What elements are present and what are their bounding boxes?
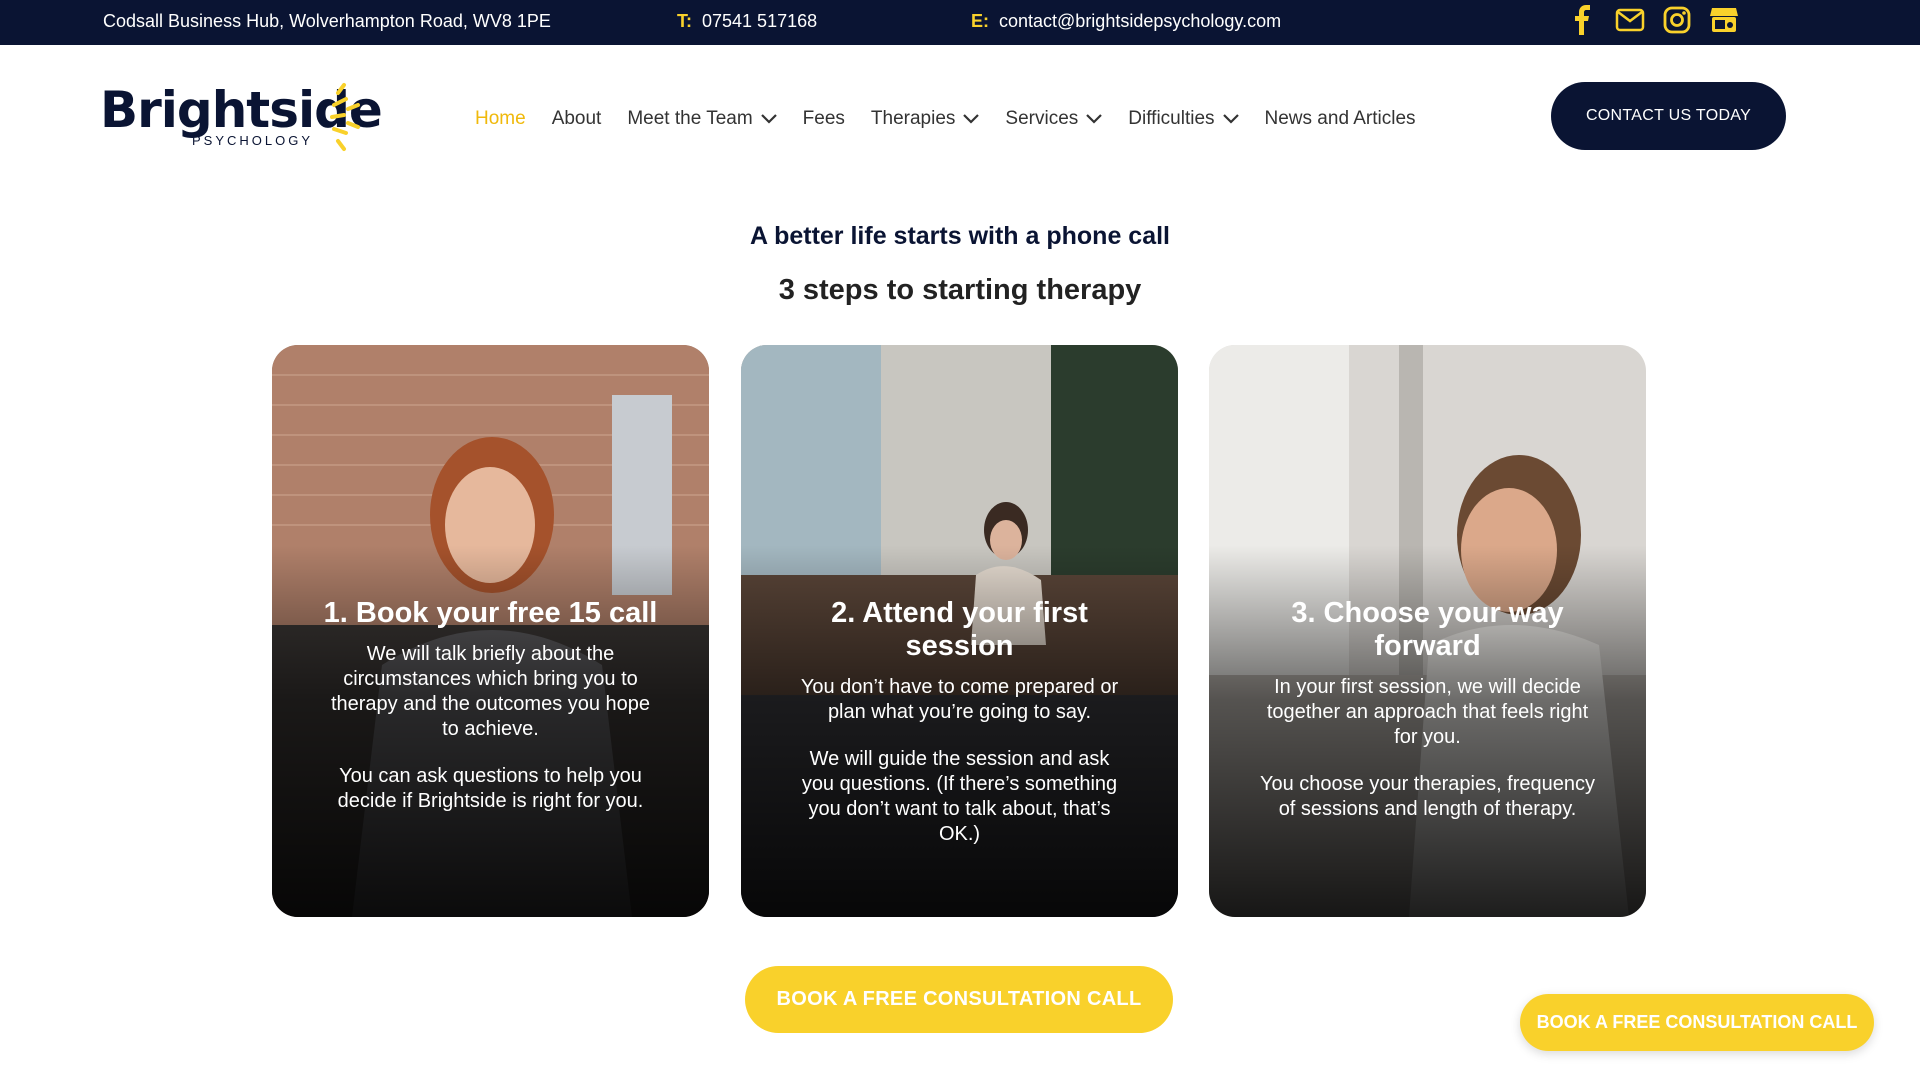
card-content: 3. Choose your way forward In your first… <box>1259 597 1596 844</box>
email-address[interactable]: contact@brightsidepsychology.com <box>999 11 1281 31</box>
card-paragraph: You don’t have to come prepared or plan … <box>800 676 1119 723</box>
chevron-down-icon <box>760 114 777 124</box>
card-content: 2. Attend your first session You don’t h… <box>791 597 1128 869</box>
book-consultation-button[interactable]: BOOK A FREE CONSULTATION CALL <box>745 966 1173 1033</box>
card-paragraph: We will guide the session and ask you qu… <box>801 748 1118 845</box>
email-contact[interactable]: E: contact@brightsidepsychology.com <box>971 11 1281 32</box>
contact-us-button[interactable]: CONTACT US TODAY <box>1551 82 1786 150</box>
logo-subtitle: PSYCHOLOGY <box>192 133 314 148</box>
chevron-down-icon <box>1086 114 1103 124</box>
nav-news-and-articles[interactable]: News and Articles <box>1265 108 1416 130</box>
floating-book-consultation-button[interactable]: BOOK A FREE CONSULTATION CALL <box>1520 994 1874 1051</box>
card-paragraph: You choose your therapies, frequency of … <box>1259 773 1596 820</box>
phone-contact[interactable]: T: 07541 517168 <box>677 11 817 32</box>
site-header: Brightside PSYCHOLOGY Home About Meet th… <box>0 45 1920 190</box>
nav-fees[interactable]: Fees <box>803 108 845 130</box>
card-paragraph: In your first session, we will decide to… <box>1266 676 1589 748</box>
section-kicker: A better life starts with a phone call <box>750 222 1170 250</box>
chevron-down-icon <box>1222 114 1239 124</box>
phone-number[interactable]: 07541 517168 <box>702 11 817 31</box>
card-heading: 1. Book your free 15 call <box>323 597 658 629</box>
phone-label: T: <box>677 11 692 31</box>
chevron-down-icon <box>963 114 980 124</box>
nav-about-label: About <box>551 108 602 129</box>
nav-therapies-label: Therapies <box>870 108 956 129</box>
social-links <box>1566 3 1740 36</box>
card-heading: 3. Choose your way forward <box>1291 597 1564 662</box>
step-card-1: 1. Book your free 15 call We will talk b… <box>272 345 709 917</box>
nav-therapies[interactable]: Therapies <box>871 108 980 130</box>
brand-logo[interactable]: Brightside PSYCHOLOGY <box>100 81 383 161</box>
email-label: E: <box>971 11 989 31</box>
instagram-icon[interactable] <box>1660 3 1693 36</box>
google-business-icon[interactable] <box>1707 3 1740 36</box>
card-content: 1. Book your free 15 call We will talk b… <box>322 597 659 836</box>
address-text: Codsall Business Hub, Wolverhampton Road… <box>103 11 551 31</box>
nav-news-label: News and Articles <box>1264 108 1416 129</box>
nav-home-label: Home <box>475 108 526 129</box>
nav-difficulties-label: Difficulties <box>1128 108 1215 129</box>
step-card-2: 2. Attend your first session You don’t h… <box>741 345 1178 917</box>
nav-services-label: Services <box>1005 108 1079 129</box>
facebook-icon[interactable] <box>1566 3 1599 36</box>
section-title: 3 steps to starting therapy <box>778 274 1142 306</box>
nav-difficulties[interactable]: Difficulties <box>1128 108 1239 130</box>
step-card-3: 3. Choose your way forward In your first… <box>1209 345 1646 917</box>
card-heading: 2. Attend your first session <box>831 597 1088 662</box>
nav-about[interactable]: About <box>552 108 602 130</box>
nav-services[interactable]: Services <box>1005 108 1103 130</box>
nav-home[interactable]: Home <box>475 108 526 130</box>
main-nav: Home About Meet the Team Fees Therapies … <box>475 108 1416 130</box>
nav-meet-the-team-label: Meet the Team <box>627 108 753 129</box>
card-paragraph: We will talk briefly about the circumsta… <box>330 643 651 740</box>
mail-icon[interactable] <box>1613 3 1646 36</box>
nav-fees-label: Fees <box>802 108 845 129</box>
top-bar: Codsall Business Hub, Wolverhampton Road… <box>0 0 1920 45</box>
card-paragraph: You can ask questions to help you decide… <box>337 765 644 812</box>
sun-rays-icon <box>330 83 360 151</box>
nav-meet-the-team[interactable]: Meet the Team <box>627 108 777 130</box>
